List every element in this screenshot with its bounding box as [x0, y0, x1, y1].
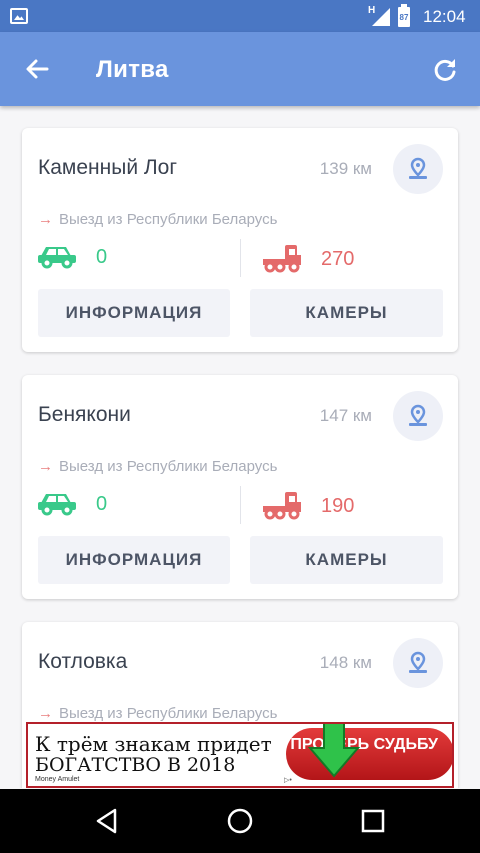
nav-home-icon[interactable]: [225, 806, 255, 836]
arrow-right-icon: →: [38, 458, 53, 475]
direction-label: → Выезд из Республики Беларусь: [38, 458, 278, 475]
gallery-notification-icon: [10, 8, 28, 24]
clock: 12:04: [423, 7, 466, 26]
map-pin-button[interactable]: [393, 144, 443, 194]
arrow-back-icon[interactable]: [22, 54, 52, 84]
info-button[interactable]: ИНФОРМАЦИЯ: [38, 536, 230, 584]
down-arrow-icon: [307, 724, 361, 778]
cameras-button[interactable]: КАМЕРЫ: [250, 536, 443, 584]
truck-queue-count: 270: [321, 248, 355, 270]
ad-choices-icon: ▷•: [284, 777, 292, 784]
map-pin-button[interactable]: [393, 638, 443, 688]
crossing-card: Бенякони 147 км → Выезд из Республики Бел…: [22, 375, 458, 599]
crossing-card: Каменный Лог 139 км → Выезд из Республики…: [22, 128, 458, 352]
crossing-list[interactable]: Каменный Лог 139 км → Выезд из Республики…: [0, 106, 480, 788]
ad-brand: Money Amulet: [35, 776, 80, 783]
divider: [240, 239, 241, 277]
navigation-bar: [0, 789, 480, 853]
crossing-name: Каменный Лог: [38, 156, 178, 179]
crossing-distance: 147 км: [319, 406, 372, 425]
status-bar: H 87 12:04: [0, 0, 480, 32]
ad-banner[interactable]: К трём знакам придет БОГАТСТВО В 2018 Mo…: [26, 722, 454, 788]
page-title: Литва: [96, 56, 169, 83]
car-icon: [38, 247, 76, 269]
crossing-name: Бенякони: [38, 403, 131, 426]
truck-icon: [263, 245, 301, 273]
crossing-distance: 139 км: [319, 159, 372, 178]
info-button[interactable]: ИНФОРМАЦИЯ: [38, 289, 230, 337]
crossing-name: Котловка: [38, 650, 128, 673]
refresh-icon[interactable]: [430, 54, 460, 84]
map-pin-button[interactable]: [393, 391, 443, 441]
map-pin-icon: [409, 157, 427, 179]
divider: [240, 486, 241, 524]
car-queue-count: 0: [96, 246, 108, 268]
direction-label: → Выезд из Республики Беларусь: [38, 211, 278, 228]
ad-headline: К трём знакам придет: [35, 732, 272, 756]
network-type: H: [368, 5, 376, 16]
map-pin-icon: [409, 651, 427, 673]
nav-recents-icon[interactable]: [358, 806, 388, 836]
ad-subheadline: БОГАТСТВО В 2018: [35, 754, 236, 776]
map-pin-icon: [409, 404, 427, 426]
cameras-button[interactable]: КАМЕРЫ: [250, 289, 443, 337]
nav-back-icon[interactable]: [92, 806, 122, 836]
car-queue-count: 0: [96, 493, 108, 515]
truck-queue-count: 190: [321, 495, 355, 517]
crossing-distance: 148 км: [319, 653, 372, 672]
arrow-right-icon: →: [38, 705, 53, 722]
app-bar: Литва: [0, 32, 480, 106]
car-icon: [38, 494, 76, 516]
truck-icon: [263, 492, 301, 520]
battery-icon: 87: [398, 4, 410, 27]
arrow-right-icon: →: [38, 211, 53, 228]
direction-label: → Выезд из Республики Беларусь: [38, 705, 278, 722]
